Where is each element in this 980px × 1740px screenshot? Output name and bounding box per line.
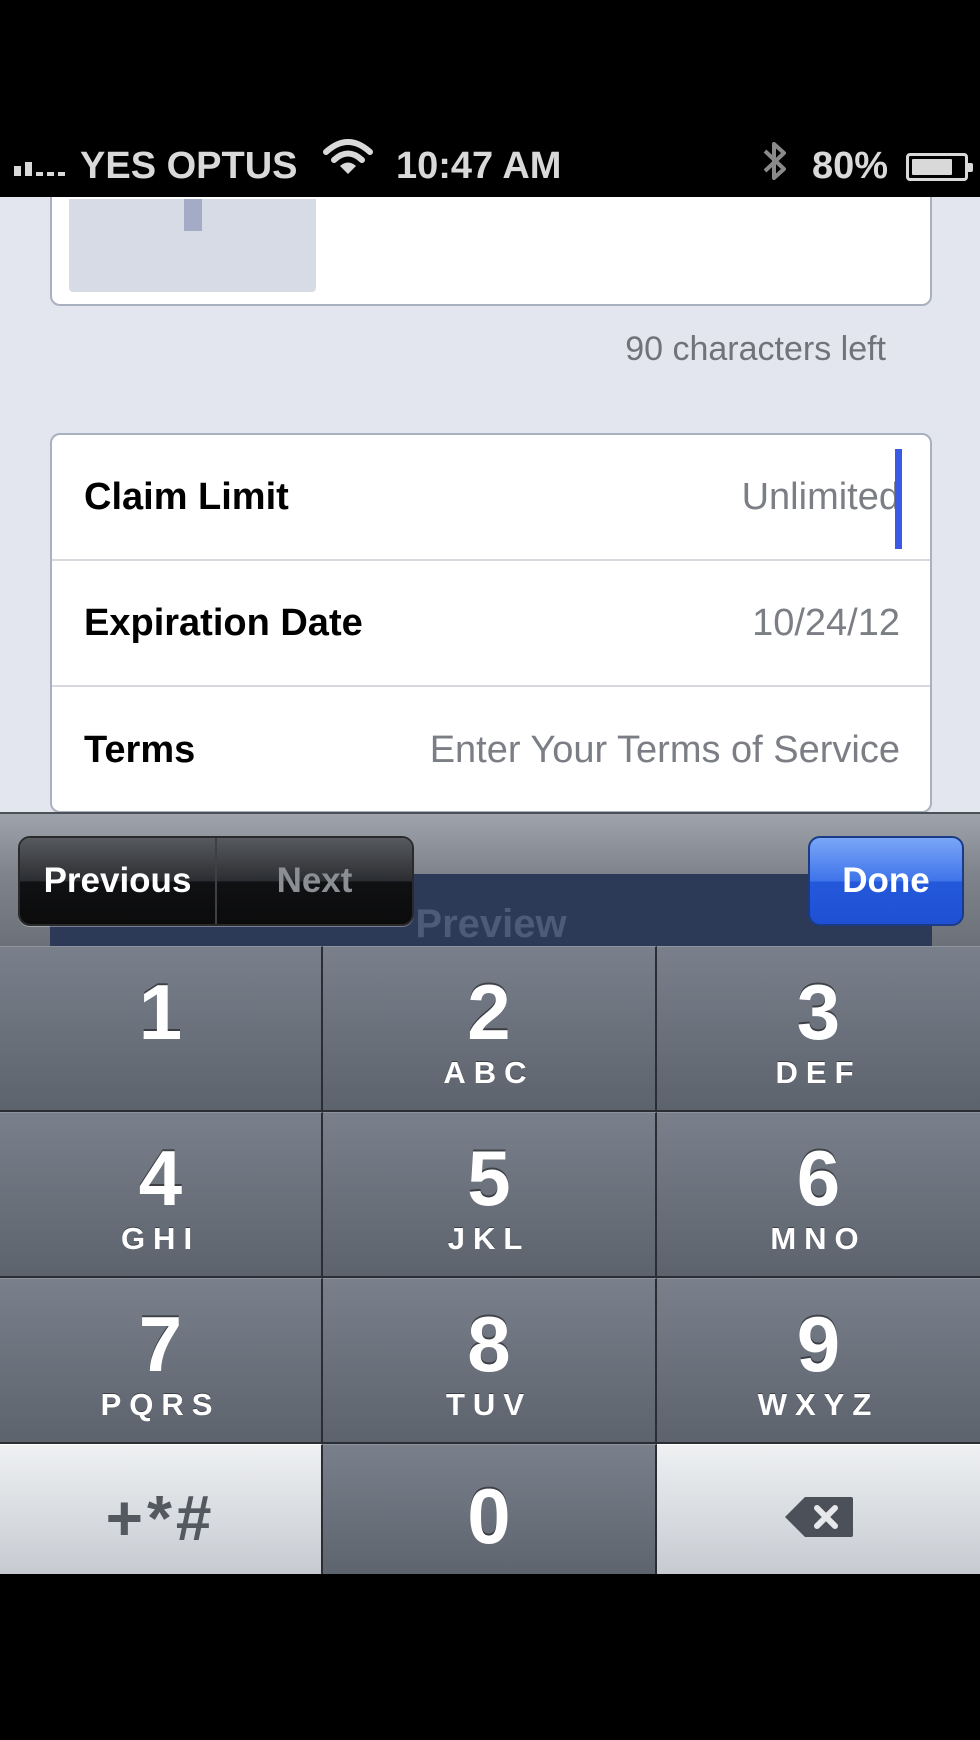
key-6[interactable]: 6 MNO (657, 1112, 980, 1276)
terms-label: Terms (84, 728, 196, 771)
symbols-key[interactable]: +*# (0, 1444, 323, 1580)
keyboard-toolbar: Preview Previous Next Done (0, 812, 980, 954)
battery-icon (906, 153, 973, 181)
key-digit: 6 (796, 1134, 841, 1222)
key-8[interactable]: 8 TUV (323, 1278, 657, 1442)
status-bar-row: YES OPTUS 10:47 AM 80% (0, 136, 980, 196)
expiration-date-field[interactable]: 10/24/12 (752, 602, 900, 645)
key-1[interactable]: 1 (0, 946, 323, 1110)
battery-percent: 80% (812, 144, 889, 187)
key-5[interactable]: 5 JKL (323, 1112, 657, 1276)
key-2[interactable]: 2 ABC (323, 946, 657, 1110)
wifi-icon (322, 138, 374, 188)
clock: 10:47 AM (396, 144, 562, 187)
carrier-name: YES OPTUS (80, 144, 298, 187)
previous-button[interactable]: Previous (20, 838, 215, 924)
key-letters: MNO (770, 1221, 867, 1256)
key-letters: JKL (447, 1221, 531, 1256)
bluetooth-icon (760, 138, 790, 194)
key-digit: 0 (467, 1472, 511, 1560)
settings-group: Claim Limit Unlimited Expiration Date 10… (50, 433, 932, 812)
backspace-icon (784, 1496, 853, 1537)
form-content: 90 characters left Claim Limit Unlimited… (0, 197, 980, 812)
backspace-key[interactable] (657, 1444, 980, 1580)
terms-field[interactable]: Enter Your Terms of Service (430, 729, 900, 772)
characters-left-label: 90 characters left (625, 330, 886, 368)
key-digit: 2 (467, 968, 511, 1056)
done-button[interactable]: Done (808, 836, 964, 926)
expiration-date-row[interactable]: Expiration Date 10/24/12 (52, 561, 930, 687)
key-letters: WXYZ (757, 1387, 880, 1422)
key-digit: 7 (138, 1300, 183, 1388)
key-digit: 9 (796, 1300, 841, 1388)
key-digit: 1 (138, 968, 183, 1056)
key-digit: 8 (467, 1300, 511, 1388)
key-4[interactable]: 4 GHI (0, 1112, 323, 1276)
key-9[interactable]: 9 WXYZ (657, 1278, 980, 1442)
photo-thumbnail[interactable] (69, 199, 316, 292)
key-0[interactable]: 0 (323, 1444, 657, 1580)
bottom-bezel (0, 1574, 980, 1740)
key-7[interactable]: 7 PQRS (0, 1278, 323, 1442)
next-button[interactable]: Next (215, 838, 412, 924)
terms-row[interactable]: Terms Enter Your Terms of Service (52, 687, 930, 811)
text-cursor (895, 449, 902, 549)
numeric-keypad: 1 2 ABC 3 DEF 4 GHI 5 JKL 6 MNO 7 PQRS 8 TUV 9W… (0, 946, 980, 1580)
expiration-date-label: Expiration Date (84, 601, 363, 644)
key-letters: TUV (446, 1387, 532, 1422)
key-letters: ABC (443, 1055, 535, 1090)
photo-card[interactable] (50, 197, 932, 306)
claim-limit-row[interactable]: Claim Limit Unlimited (52, 435, 930, 561)
status-bar: YES OPTUS 10:47 AM 80% (0, 0, 980, 197)
claim-limit-label: Claim Limit (84, 475, 289, 518)
key-digit: 5 (467, 1134, 511, 1222)
signal-icon (14, 162, 65, 176)
key-digit: 3 (796, 968, 841, 1056)
key-letters: PQRS (100, 1387, 221, 1422)
previous-next-control: Previous Next (18, 836, 414, 926)
symbols-label: +*# (105, 1481, 216, 1554)
key-3[interactable]: 3 DEF (657, 946, 980, 1110)
claim-limit-field[interactable]: Unlimited (742, 476, 900, 519)
key-letters: GHI (120, 1221, 201, 1256)
key-letters: DEF (775, 1055, 862, 1090)
key-digit: 4 (138, 1134, 183, 1222)
